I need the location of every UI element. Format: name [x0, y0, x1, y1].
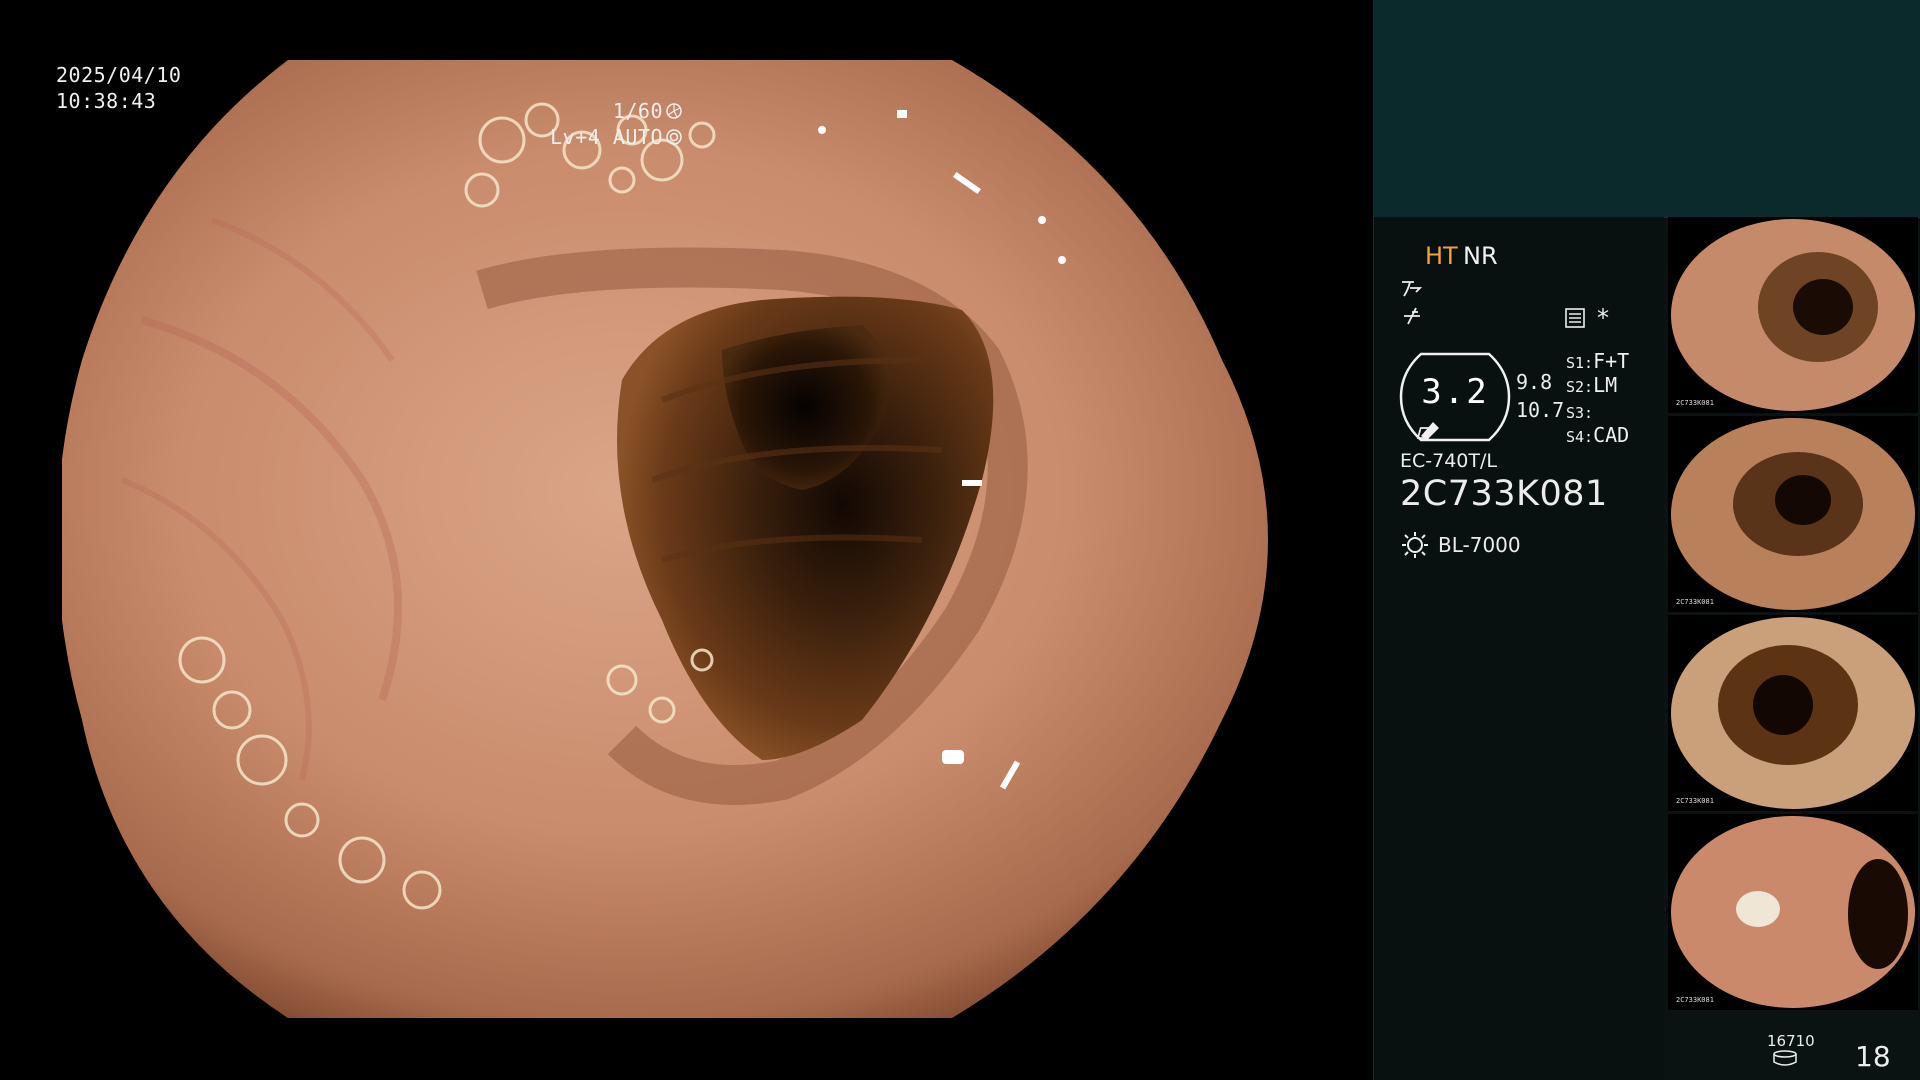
menu-icon	[1565, 308, 1585, 328]
info-column	[1374, 217, 1664, 1080]
shutter-icon	[666, 103, 682, 119]
iris-level: Lv+4 AUTO	[550, 125, 663, 149]
light-source-model: BL-7000	[1438, 533, 1521, 557]
thumbnail-image	[1668, 814, 1918, 1010]
thumbnail-4[interactable]: 2C733K081	[1668, 814, 1918, 1010]
exposure-overlay: 1/60 Lv+4 AUTO	[523, 98, 683, 150]
main-endoscope-view: 2025/04/10 10:38:43 1/60 Lv+4 AUTO	[0, 0, 1373, 1080]
switch-value: LM	[1593, 373, 1618, 397]
storage-count: 16710	[1767, 1032, 1815, 1050]
thumbnail-caption: 2C733K081	[1676, 399, 1714, 407]
thumbnail-caption: 2C733K081	[1676, 996, 1714, 1004]
iris-icon	[666, 129, 682, 145]
mode-nr-label: NR	[1463, 242, 1498, 270]
thumbnail-image	[1668, 615, 1918, 811]
thumbnail-2[interactable]: 2C733K081	[1668, 416, 1918, 612]
light-source-icon	[1402, 532, 1428, 558]
thumbnail-3[interactable]: 2C733K081	[1668, 615, 1918, 811]
switch-s1: S1:F+T	[1566, 349, 1629, 373]
enhance-icon	[1402, 281, 1423, 297]
panel-header-block	[1374, 0, 1920, 218]
asterisk-indicator: *	[1597, 304, 1609, 332]
thumbnail-caption: 2C733K081	[1676, 797, 1714, 805]
switch-value: F+T	[1593, 349, 1630, 373]
zoom-reading-a: 9.8	[1516, 370, 1553, 394]
date-time-overlay: 2025/04/10 10:38:43	[56, 62, 181, 114]
mode-ht-label: HT	[1425, 242, 1458, 270]
endoscopy-screen: 2025/04/10 10:38:43 1/60 Lv+4 AUTO HT NR…	[0, 0, 1920, 1080]
zoom-reading-b: 10.7	[1516, 398, 1565, 422]
shutter-speed: 1/60	[612, 99, 663, 123]
exam-time: 10:38:43	[56, 89, 157, 113]
switch-s3: S3:	[1566, 399, 1593, 423]
thumbnail-image	[1668, 217, 1918, 413]
structure-enhance-icon	[1404, 307, 1420, 325]
image-count: 18	[1855, 1040, 1891, 1073]
exam-date: 2025/04/10	[56, 63, 182, 87]
switch-s4: S4:CAD	[1566, 423, 1629, 447]
zoom-value: 3.2	[1421, 372, 1489, 412]
switch-key: S3:	[1566, 404, 1594, 422]
switch-value: CAD	[1593, 423, 1630, 447]
switch-s2: S2:LM	[1566, 373, 1617, 397]
switch-key: S2:	[1566, 378, 1594, 396]
switch-key: S4:	[1566, 428, 1594, 446]
endoscopic-image	[62, 60, 1268, 1018]
thumbnail-1[interactable]: 2C733K081	[1668, 217, 1918, 413]
scope-serial: 2C733K081	[1400, 474, 1608, 514]
thumbnail-caption: 2C733K081	[1676, 598, 1714, 606]
scope-model: EC-740T/L	[1400, 450, 1497, 472]
storage-disk-icon	[1773, 1050, 1797, 1066]
thumbnail-image	[1668, 416, 1918, 612]
switch-key: S1:	[1566, 354, 1594, 372]
